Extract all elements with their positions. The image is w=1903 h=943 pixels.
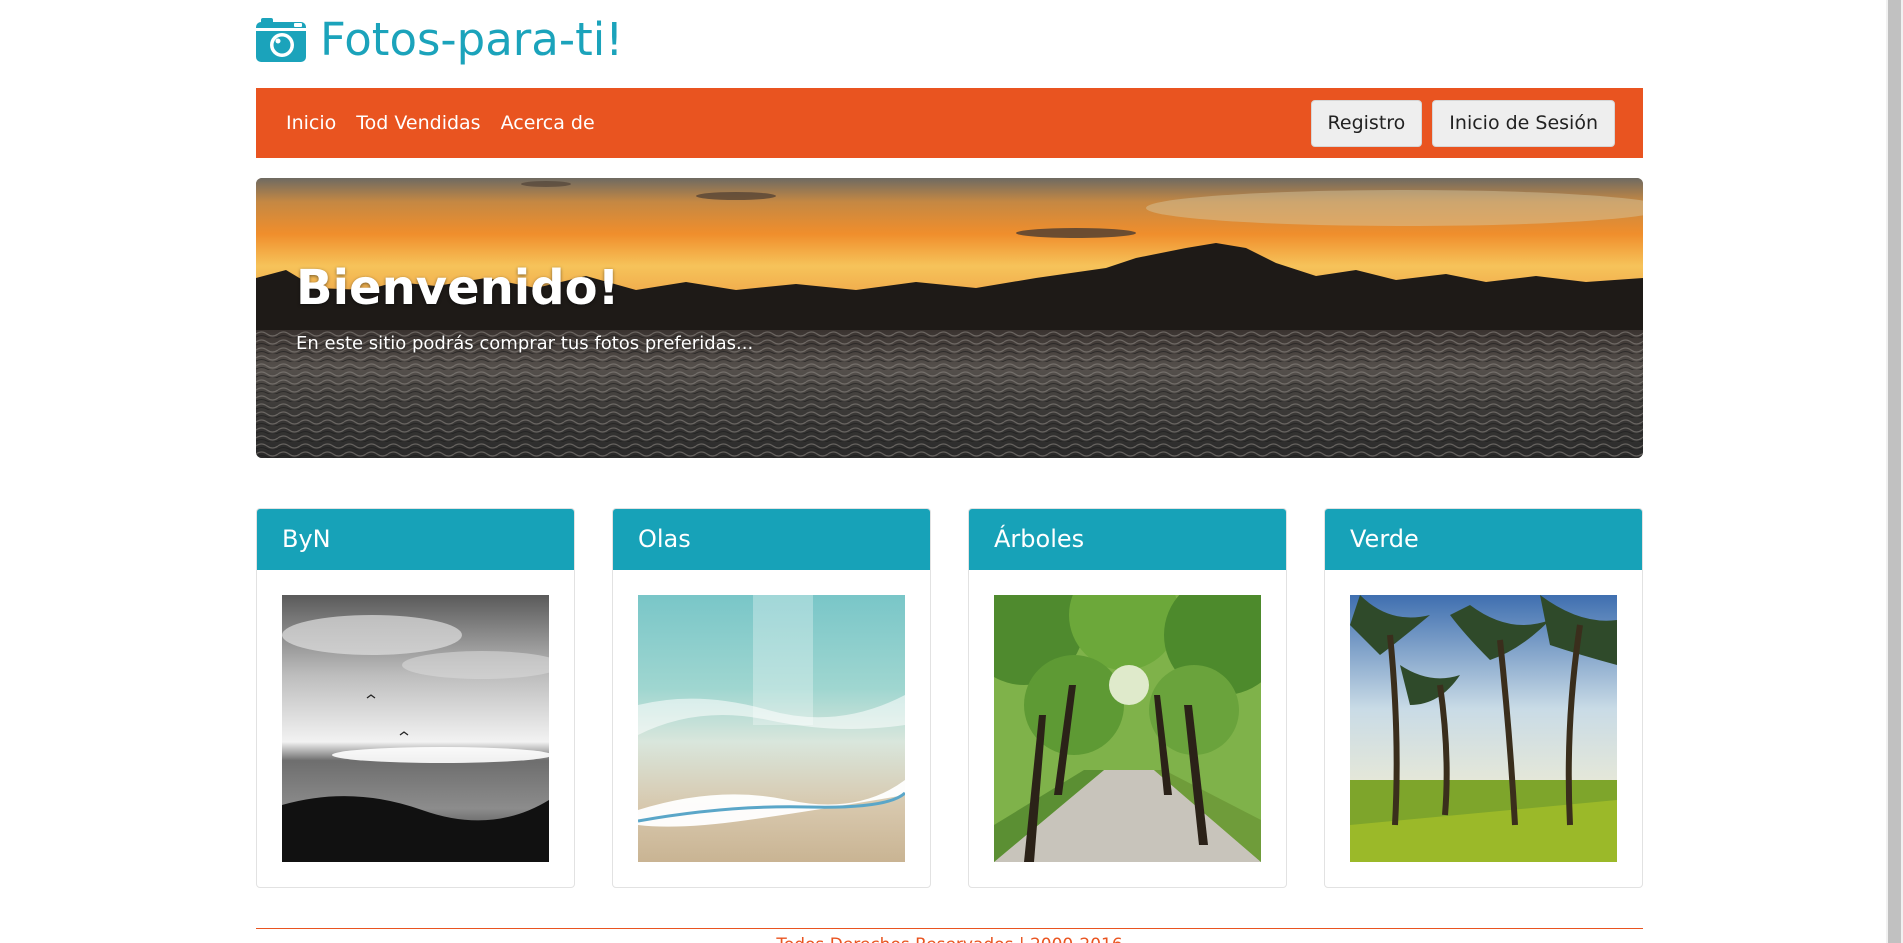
card-body: [969, 570, 1286, 887]
category-card-olas[interactable]: Olas: [612, 508, 931, 888]
category-cards: ByN Olas Árboles Verde: [256, 508, 1643, 888]
hero-banner: Bienvenido! En este sitio podrás comprar…: [256, 178, 1643, 458]
register-button[interactable]: Registro: [1310, 99, 1423, 147]
hero-subtitle: En este sitio podrás comprar tus fotos p…: [296, 333, 754, 354]
category-card-byn[interactable]: ByN: [256, 508, 575, 888]
card-header: ByN: [257, 509, 574, 570]
nav-link-acerca-de[interactable]: Acerca de: [501, 112, 595, 134]
category-card-verde[interactable]: Verde: [1324, 508, 1643, 888]
scrollbar-track[interactable]: [1886, 0, 1903, 943]
navbar: Inicio Tod Vendidas Acerca de Registro I…: [256, 88, 1643, 158]
card-body: [1325, 570, 1642, 887]
card-header: Verde: [1325, 509, 1642, 570]
login-button[interactable]: Inicio de Sesión: [1432, 99, 1615, 147]
tree-road-image: [994, 595, 1261, 862]
brand-title: Fotos-para-ti!: [320, 13, 624, 66]
card-header: Olas: [613, 509, 930, 570]
palm-trees-image: [1350, 595, 1617, 862]
category-card-arboles[interactable]: Árboles: [968, 508, 1287, 888]
brand-link[interactable]: Fotos-para-ti!: [256, 14, 623, 66]
sunset-image: [256, 178, 1643, 458]
hero-title: Bienvenido!: [296, 260, 620, 316]
card-header: Árboles: [969, 509, 1286, 570]
beach-waves-image: [638, 595, 905, 862]
card-body: [257, 570, 574, 887]
scrollbar-thumb[interactable]: [1888, 0, 1901, 943]
card-body: [613, 570, 930, 887]
bw-sea-image: [282, 595, 549, 862]
nav-links: Inicio Tod Vendidas Acerca de: [286, 112, 595, 134]
nav-buttons: Registro Inicio de Sesión: [1310, 99, 1615, 147]
footer-text: Todos Derechos Reservados | 2000-2016: [256, 935, 1643, 943]
nav-link-inicio[interactable]: Inicio: [286, 112, 336, 134]
camera-icon: [256, 18, 306, 62]
footer-divider: [256, 928, 1643, 929]
nav-link-tod-vendidas[interactable]: Tod Vendidas: [356, 112, 480, 134]
